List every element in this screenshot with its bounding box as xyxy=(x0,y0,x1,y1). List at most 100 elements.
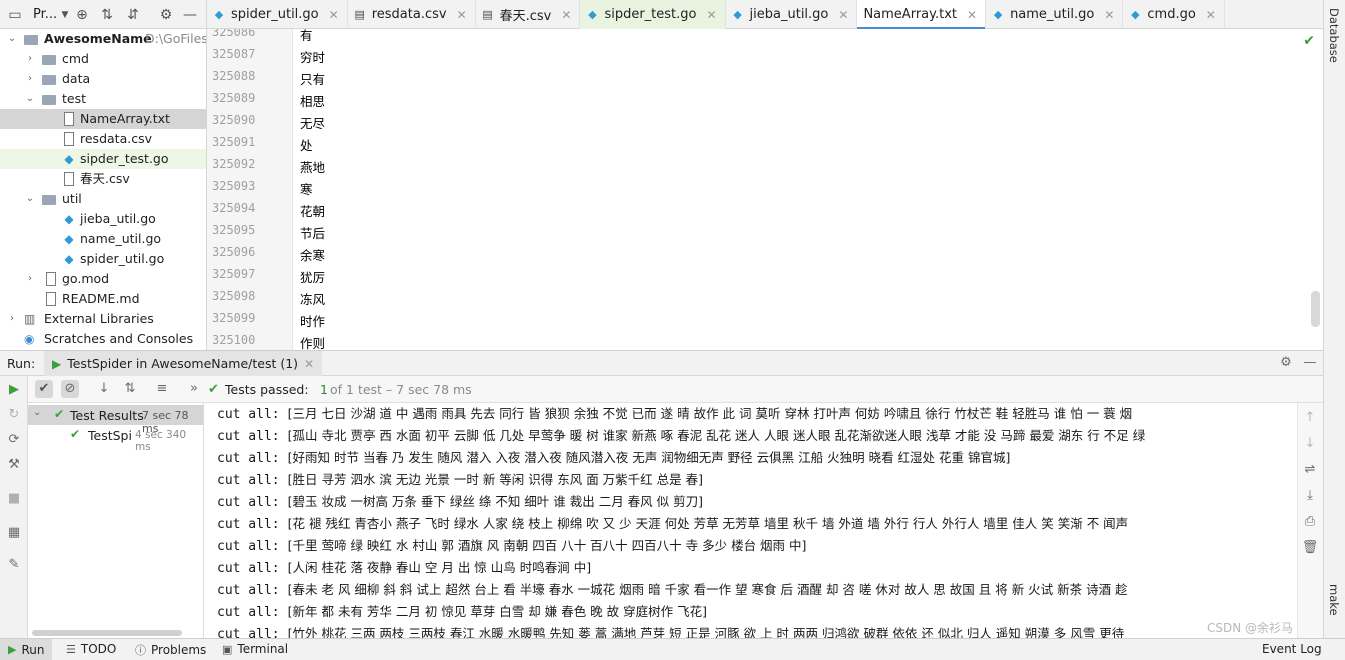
toggle-auto-test-icon[interactable]: ⟳ xyxy=(5,431,23,449)
rerun-icon[interactable]: ▶ xyxy=(5,381,23,399)
tree-item-go-mod[interactable]: › go.mod xyxy=(0,269,206,289)
tree-item-chuntian-csv[interactable]: 春天.csv xyxy=(0,169,206,189)
console-line-text: [花 褪 残红 青杏小 燕子 飞时 绿水 人家 绕 枝上 柳绵 吹 又 少 天涯… xyxy=(287,516,1129,531)
minimize-icon[interactable]: — xyxy=(1301,354,1319,372)
results-scrollbar[interactable] xyxy=(32,630,182,636)
close-icon[interactable]: ✕ xyxy=(329,8,339,22)
rerun-failed-icon[interactable]: ↻ xyxy=(5,406,23,424)
tree-item-label: data xyxy=(62,71,91,86)
close-icon[interactable]: ✕ xyxy=(838,8,848,22)
tree-item-data[interactable]: › data xyxy=(0,69,206,89)
test-case-row[interactable]: ✔ TestSpi 4 sec 340 ms xyxy=(28,425,203,453)
chevron-down-icon[interactable]: ⌄ xyxy=(33,407,41,418)
layout-icon[interactable]: ▦ xyxy=(5,524,23,542)
tree-item-spider-util-go[interactable]: ◆ spider_util.go xyxy=(0,249,206,269)
tree-item-sipder-test-go[interactable]: ◆ sipder_test.go xyxy=(0,149,206,169)
test-case-label: TestSpi xyxy=(88,428,132,443)
wrench-icon[interactable]: ⚒ xyxy=(5,456,23,474)
tab-resdata-csv[interactable]: ▤ resdata.csv ✕ xyxy=(348,0,476,29)
terminal-tool-button[interactable]: ▣ Terminal xyxy=(222,642,288,656)
close-icon[interactable]: ✕ xyxy=(967,8,977,22)
tree-item-external-libraries[interactable]: › ▥ External Libraries xyxy=(0,309,206,329)
tree-item-label: Scratches and Consoles xyxy=(44,331,194,346)
tree-root[interactable]: ⌄ AwesomeName D:\GoFiles\ xyxy=(0,29,206,49)
run-tool-label: Run xyxy=(21,642,45,657)
chevron-down-icon[interactable]: ▼ xyxy=(56,6,74,24)
gear-icon[interactable]: ⚙ xyxy=(1277,354,1295,372)
close-icon[interactable]: ✕ xyxy=(1104,8,1114,22)
chevron-right-icon[interactable]: › xyxy=(24,269,36,289)
editor-scrollbar[interactable] xyxy=(1311,291,1320,327)
go-file-icon: ◆ xyxy=(733,7,742,21)
problems-tool-button[interactable]: ⓘ Problems xyxy=(135,642,206,658)
tab-sipder-test-go[interactable]: ◆ sipder_test.go ✕ xyxy=(580,0,726,29)
pin-icon[interactable]: ✎ xyxy=(5,556,23,574)
database-tool-button[interactable]: Database xyxy=(1327,8,1341,63)
console-output[interactable]: cut all: [三月 七日 沙湖 道 中 遇雨 雨具 先去 同行 皆 狼狈 余… xyxy=(204,403,1297,638)
sort-alphabetically-icon[interactable]: ↓ xyxy=(95,380,113,398)
console-line: cut all: [花 褪 残红 青杏小 燕子 飞时 绿水 人家 绕 枝上 柳绵 … xyxy=(217,513,1128,532)
close-icon[interactable]: ✕ xyxy=(561,8,571,22)
close-icon[interactable]: ✕ xyxy=(1206,8,1216,22)
expand-all-icon[interactable]: ⇅ xyxy=(98,6,116,24)
tree-item-test[interactable]: ⌄ test xyxy=(0,89,206,109)
tree-item-readme-md[interactable]: README.md xyxy=(0,289,206,309)
terminal-tool-label: Terminal xyxy=(237,642,289,656)
tab-chuntian-csv[interactable]: ▤ 春天.csv ✕ xyxy=(476,0,581,29)
more-icon[interactable]: » xyxy=(185,380,203,398)
stop-icon[interactable]: ■ xyxy=(5,490,23,508)
locate-file-icon[interactable]: ⊕ xyxy=(73,6,91,24)
csv-file-icon: ▤ xyxy=(482,7,493,21)
show-ignored-icon[interactable]: ⊘ xyxy=(61,380,79,398)
test-results-row[interactable]: ⌄ ✔ Test Results 7 sec 78 ms xyxy=(28,405,203,435)
down-arrow-icon[interactable]: ↓ xyxy=(1301,435,1319,453)
tab-jieba-util-go[interactable]: ◆ jieba_util.go ✕ xyxy=(726,0,858,29)
close-icon[interactable]: ✕ xyxy=(457,8,467,22)
scroll-to-end-icon[interactable]: ⤓ xyxy=(1301,487,1319,505)
close-icon[interactable]: ✕ xyxy=(304,357,314,371)
console-line: cut all: [新年 都 未有 芳华 二月 初 惊见 草芽 白雪 却 嫌 春色… xyxy=(217,601,707,620)
sort-by-duration-icon[interactable]: ⇅ xyxy=(121,380,139,398)
tab-name-util-go[interactable]: ◆ name_util.go ✕ xyxy=(986,0,1124,29)
list-icon: ☰ xyxy=(66,642,76,656)
editor[interactable]: 325086 325087 325088 325089 325090 325091 3250… xyxy=(207,29,1323,350)
expand-all-icon[interactable]: ≡ xyxy=(153,380,171,398)
todo-tool-button[interactable]: ☰ TODO xyxy=(66,642,116,656)
test-config-icon: ▶ xyxy=(52,356,62,371)
tree-item-cmd[interactable]: › cmd xyxy=(0,49,206,69)
print-icon[interactable]: ⎙ xyxy=(1301,513,1319,531)
tab-namearray-txt[interactable]: NameArray.txt ✕ xyxy=(857,0,987,30)
project-window-icon[interactable]: ▭ xyxy=(6,6,24,24)
tree-item-resdata-csv[interactable]: resdata.csv xyxy=(0,129,206,149)
csv-file-icon xyxy=(64,172,74,186)
chevron-down-icon[interactable]: ⌄ xyxy=(24,189,36,209)
up-arrow-icon[interactable]: ↑ xyxy=(1301,409,1319,427)
minimize-icon[interactable]: — xyxy=(181,6,199,24)
tree-item-jieba-util-go[interactable]: ◆ jieba_util.go xyxy=(0,209,206,229)
tree-item-util[interactable]: ⌄ util xyxy=(0,189,206,209)
gear-icon[interactable]: ⚙ xyxy=(157,6,175,24)
chevron-right-icon[interactable]: › xyxy=(24,69,36,89)
close-icon[interactable]: ✕ xyxy=(706,8,716,22)
show-passed-icon[interactable]: ✔ xyxy=(35,380,53,398)
chevron-down-icon[interactable]: ⌄ xyxy=(24,89,36,109)
collapse-all-icon[interactable]: ⇵ xyxy=(124,6,142,24)
tab-spider-util-go[interactable]: ◆ spider_util.go ✕ xyxy=(207,0,348,29)
make-tool-button[interactable]: make xyxy=(1327,584,1341,616)
trash-icon[interactable]: 🗑 xyxy=(1301,539,1319,557)
event-log-button[interactable]: Event Log xyxy=(1262,642,1322,656)
test-results-tree: ⌄ ✔ Test Results 7 sec 78 ms ✔ TestSpi 4… xyxy=(28,403,204,638)
tab-cmd-go[interactable]: ◆ cmd.go ✕ xyxy=(1123,0,1225,29)
tree-item-scratches[interactable]: ◉ Scratches and Consoles xyxy=(0,329,206,349)
run-config-tab[interactable]: ▶ TestSpider in AwesomeName/test (1) ✕ xyxy=(44,351,323,376)
console-line-text: [人闲 桂花 落 夜静 春山 空 月 出 惊 山鸟 时鸣春涧 中] xyxy=(287,560,592,575)
chevron-down-icon[interactable]: ⌄ xyxy=(6,29,18,49)
inspection-ok-icon[interactable]: ✔ xyxy=(1303,33,1315,49)
run-tool-button[interactable]: ▶ Run xyxy=(0,639,53,660)
soft-wrap-icon[interactable]: ⇌ xyxy=(1301,461,1319,479)
project-view-selector[interactable]: Pr... xyxy=(33,7,57,22)
tree-item-namearray-txt[interactable]: NameArray.txt xyxy=(0,109,206,129)
chevron-right-icon[interactable]: › xyxy=(6,309,18,329)
chevron-right-icon[interactable]: › xyxy=(24,49,36,69)
tree-item-name-util-go[interactable]: ◆ name_util.go xyxy=(0,229,206,249)
